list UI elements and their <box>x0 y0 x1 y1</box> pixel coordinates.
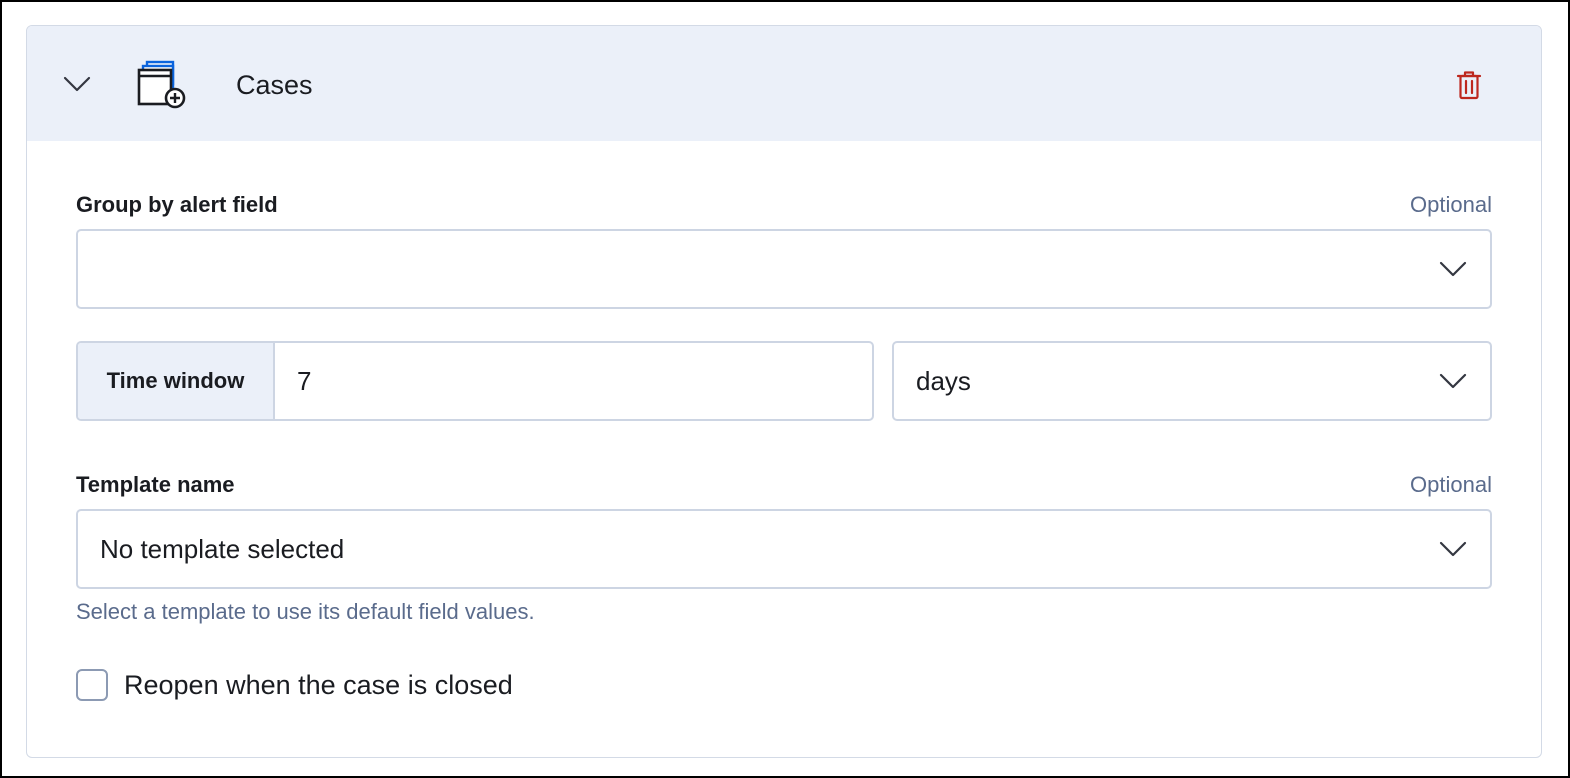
time-window-group: Time window <box>76 341 874 421</box>
template-optional-text: Optional <box>1410 472 1492 497</box>
screen-frame: Cases Group by alert field Optional Time… <box>0 0 1570 778</box>
time-window-unit-select[interactable]: days <box>892 341 1492 421</box>
trash-icon <box>1456 71 1482 100</box>
collapse-toggle-button[interactable] <box>59 66 95 102</box>
reopen-checkbox[interactable] <box>76 669 108 701</box>
template-select[interactable]: No template selected <box>76 509 1492 589</box>
time-window-unit-value: days <box>916 365 971 396</box>
time-window-label: Time window <box>78 343 275 419</box>
group-by-optional-text: Optional <box>1410 192 1492 217</box>
delete-action-button[interactable] <box>1449 66 1489 104</box>
template-help-text: Select a template to use its default fie… <box>76 599 535 624</box>
group-by-select[interactable] <box>76 229 1492 309</box>
panel-header: Cases <box>27 26 1541 141</box>
cases-add-icon <box>137 60 186 109</box>
chevron-down-icon <box>1439 373 1467 389</box>
chevron-down-icon <box>63 76 91 92</box>
connector-title: Cases <box>236 70 313 100</box>
chevron-down-icon <box>1439 261 1467 277</box>
reopen-checkbox-label[interactable]: Reopen when the case is closed <box>124 668 513 702</box>
template-selected-value: No template selected <box>100 533 345 564</box>
template-name-label: Template name <box>76 472 235 497</box>
cases-action-panel: Cases Group by alert field Optional Time… <box>26 25 1542 758</box>
chevron-down-icon <box>1439 541 1467 557</box>
group-by-label: Group by alert field <box>76 192 278 217</box>
time-window-input[interactable] <box>277 343 872 419</box>
